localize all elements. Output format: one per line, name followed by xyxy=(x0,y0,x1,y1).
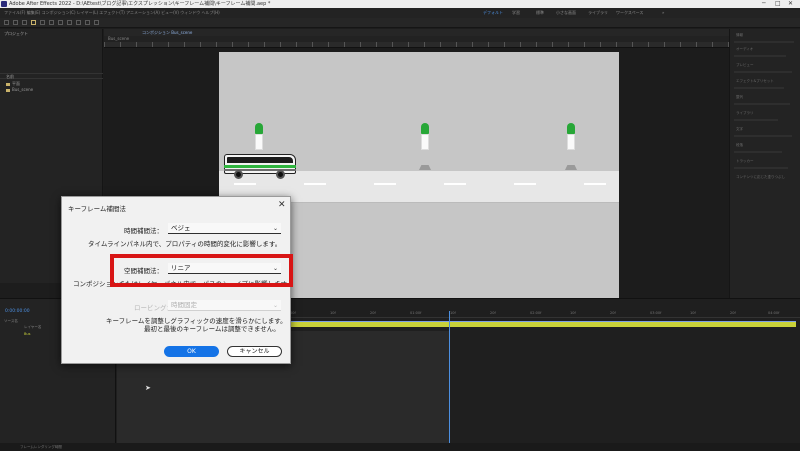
timeline-ruler[interactable]: 00f 10f 20f 01:00f 10f 20f 02:00f 10f 20… xyxy=(290,311,800,318)
workspace-libraries[interactable]: ライブラリ xyxy=(588,8,608,18)
timeline-column-source[interactable]: ソース名 xyxy=(4,319,18,324)
workspace-standard[interactable]: 標準 xyxy=(536,8,544,18)
shape-tool-icon[interactable] xyxy=(67,20,72,25)
playhead[interactable] xyxy=(449,311,450,447)
minimize-button[interactable]: ─ xyxy=(762,0,766,8)
project-column-header[interactable]: 名前 xyxy=(0,73,103,79)
roving-select[interactable]: 時間固定 ⌄ xyxy=(168,300,281,311)
workspace-overflow[interactable]: » xyxy=(662,8,664,18)
work-area-bar[interactable] xyxy=(290,321,796,327)
hand-tool-icon[interactable] xyxy=(22,20,27,25)
maximize-button[interactable]: □ xyxy=(775,0,781,8)
panel-effects-presets[interactable]: エフェクト&プリセット xyxy=(736,79,774,84)
chevron-down-icon: ⌄ xyxy=(272,225,278,232)
keyframe-interpolation-dialog: キーフレーム補間法 ✕ 時間補間法： ベジェ ⌄ タイムラインパネル内で、プロパテ… xyxy=(61,196,293,364)
lane-marking xyxy=(444,183,466,185)
window-titlebar: Adobe After Effects 2022 - D:\AEtest\ブログ… xyxy=(0,0,800,8)
panel-info[interactable]: 情報 xyxy=(736,33,743,38)
panel-paragraph[interactable]: 段落 xyxy=(736,143,743,148)
selection-tool-icon[interactable] xyxy=(13,20,18,25)
panel-align[interactable]: 整列 xyxy=(736,95,743,100)
bus-graphic[interactable] xyxy=(224,154,296,180)
window-title: Adobe After Effects 2022 - D:\AEtest\ブログ… xyxy=(9,1,271,7)
lane-marking xyxy=(304,183,326,185)
panel-character[interactable]: 文字 xyxy=(736,127,743,132)
after-effects-app-icon xyxy=(1,1,7,7)
workspace-learn[interactable]: 学習 xyxy=(512,8,520,18)
dialog-close-icon[interactable]: ✕ xyxy=(278,200,286,210)
type-tool-icon[interactable] xyxy=(85,20,90,25)
project-item[interactable]: Bus_scene xyxy=(6,87,33,92)
panel-preview[interactable]: プレビュー xyxy=(736,63,754,68)
home-icon[interactable] xyxy=(4,20,9,25)
close-window-button[interactable]: ✕ xyxy=(788,0,793,8)
layer-row[interactable]: Bus xyxy=(24,332,30,337)
cancel-button[interactable]: キャンセル xyxy=(227,346,282,357)
temporal-interpolation-label: 時間補間法： xyxy=(124,227,163,235)
viewer-tab-row: コンポジション Bus_scene xyxy=(104,29,729,36)
pan-behind-tool-icon[interactable] xyxy=(58,20,63,25)
zoom-tool-icon[interactable] xyxy=(31,20,36,25)
wheel-icon xyxy=(234,170,243,179)
composition-tab[interactable]: コンポジション Bus_scene xyxy=(142,29,192,36)
current-timecode[interactable]: 0:00:00:00 xyxy=(5,309,30,314)
lane-marking xyxy=(374,183,396,185)
right-panels: 情報 オーディオ プレビュー エフェクト&プリセット 整列 ライブラリ 文字 段… xyxy=(729,29,800,298)
brush-tool-icon[interactable] xyxy=(94,20,99,25)
lane-marking xyxy=(584,183,606,185)
panel-libraries[interactable]: ライブラリ xyxy=(736,111,754,116)
roving-note-line2: 最初と最後のキーフレームは調整できません。 xyxy=(144,325,280,333)
chevron-down-icon: ⌄ xyxy=(272,265,278,272)
wheel-icon xyxy=(276,170,285,179)
folder-icon xyxy=(6,82,10,86)
panel-content-aware-fill[interactable]: コンテンツに応じた塗りつぶし xyxy=(736,175,785,180)
timeline-column-layer[interactable]: レイヤー名 xyxy=(24,325,41,330)
render-time-label: フレームレンダリング時間 xyxy=(20,445,62,449)
temporal-interpolation-select[interactable]: ベジェ ⌄ xyxy=(168,223,281,234)
workspace-menu[interactable]: ワークスペース xyxy=(616,8,643,18)
dialog-title: キーフレーム補間法 xyxy=(68,205,126,213)
folder-icon xyxy=(6,88,10,92)
tools-toolbar xyxy=(0,18,800,28)
viewer-ruler xyxy=(104,42,729,48)
pen-tool-icon[interactable] xyxy=(76,20,81,25)
lane-marking xyxy=(234,183,256,185)
temporal-interpolation-note: タイムラインパネル内で、プロパティの時間的変化に影響します。 xyxy=(88,240,282,248)
camera-tool-icon[interactable] xyxy=(49,20,54,25)
spatial-interpolation-select[interactable]: リニア ⌄ xyxy=(168,263,281,274)
menu-bar: ファイル(F) 編集(E) コンポジション(C) レイヤー(L) エフェクト(T… xyxy=(0,8,800,19)
menu-items[interactable]: ファイル(F) 編集(E) コンポジション(C) レイヤー(L) エフェクト(T… xyxy=(4,8,220,18)
mouse-cursor-icon: ➤ xyxy=(145,384,151,392)
panel-audio[interactable]: オーディオ xyxy=(736,47,753,52)
rotate-tool-icon[interactable] xyxy=(40,20,45,25)
spatial-interpolation-note: コンポジションまたはレイヤーパネル内で、パスのシェイプに影響します。 xyxy=(73,280,293,288)
panel-tracker[interactable]: トラッカー xyxy=(736,159,754,164)
chevron-down-icon: ⌄ xyxy=(272,302,278,309)
spatial-interpolation-label: 空間補間法： xyxy=(124,267,163,275)
workspace-small-screen[interactable]: 小さな画面 xyxy=(556,8,576,18)
ok-button[interactable]: OK xyxy=(164,346,219,357)
lane-marking xyxy=(514,183,536,185)
project-tab[interactable]: プロジェクト xyxy=(4,31,28,37)
